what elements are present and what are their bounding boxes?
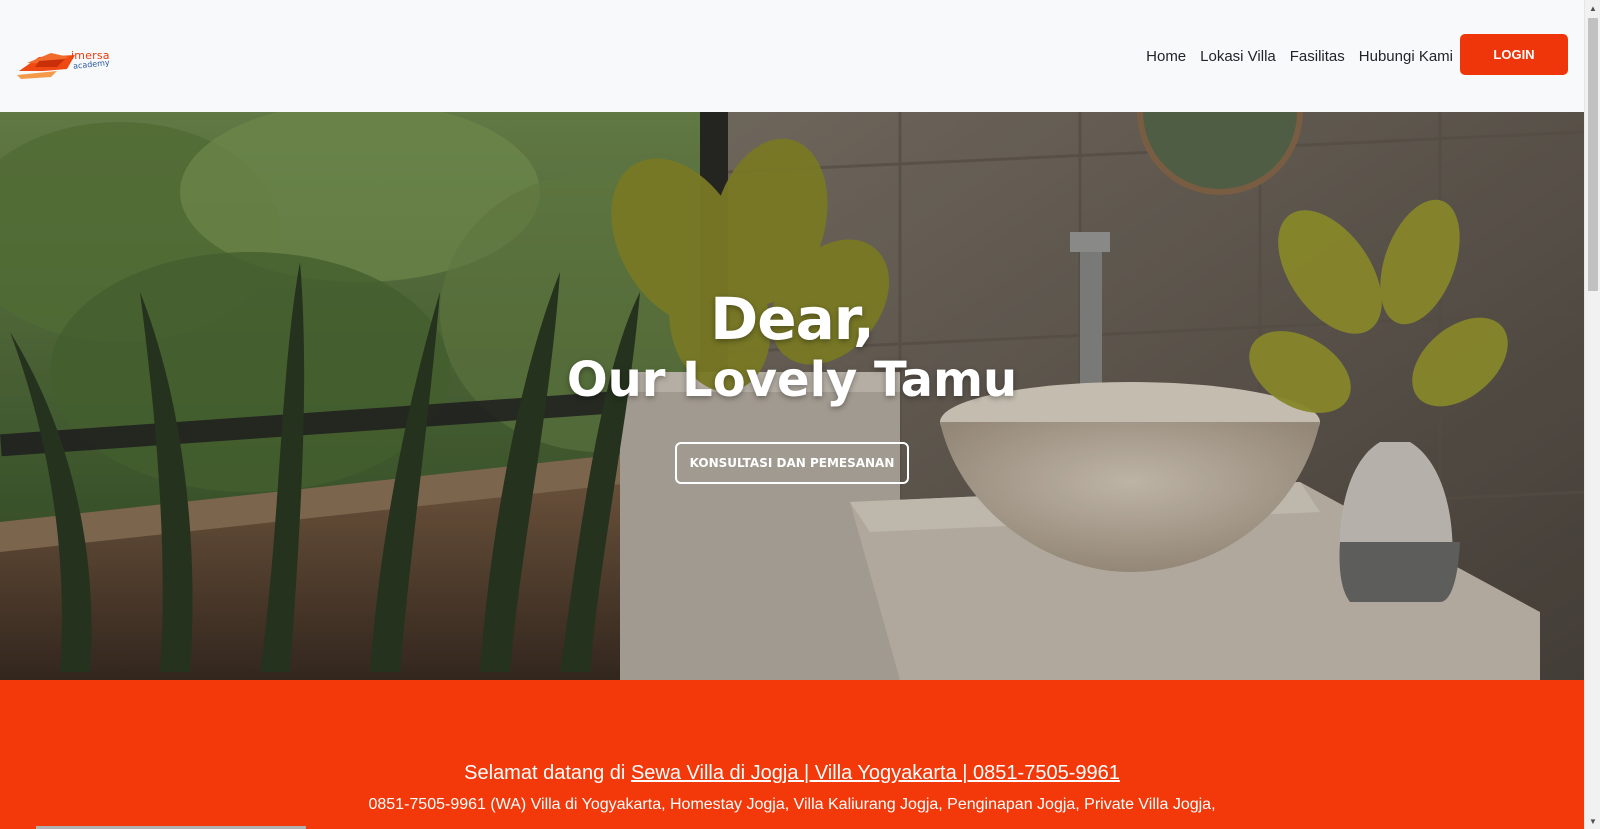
nav-link-lokasi-villa[interactable]: Lokasi Villa bbox=[1193, 48, 1283, 65]
hero-heading-line1: Dear, bbox=[710, 285, 875, 353]
hero-section: Dear, Our Lovely Tamu KONSULTASI DAN PEM… bbox=[0, 112, 1584, 680]
welcome-prefix: Selamat datang di bbox=[464, 762, 626, 784]
site-title-link[interactable]: Sewa Villa di Jogja | Villa Yogyakarta |… bbox=[631, 762, 1120, 784]
hero-heading-line2: Our Lovely Tamu bbox=[566, 352, 1018, 408]
nav-menu: Home Lokasi Villa Fasilitas Hubungi Kami… bbox=[1139, 33, 1568, 75]
welcome-heading: Selamat datang di Sewa Villa di Jogja | … bbox=[0, 762, 1584, 785]
login-button[interactable]: LOGIN bbox=[1460, 33, 1568, 75]
nav-link-home[interactable]: Home bbox=[1139, 48, 1193, 65]
welcome-section: Selamat datang di Sewa Villa di Jogja | … bbox=[0, 680, 1584, 829]
nav-link-fasilitas[interactable]: Fasilitas bbox=[1283, 48, 1352, 65]
brand-logo[interactable]: imersa academy bbox=[17, 45, 121, 85]
nav-link-hubungi-kami[interactable]: Hubungi Kami bbox=[1352, 48, 1460, 65]
consultation-booking-button[interactable]: KONSULTASI DAN PEMESANAN bbox=[675, 442, 909, 484]
navbar: imersa academy Home Lokasi Villa Fasilit… bbox=[0, 0, 1584, 112]
hero-content: Dear, Our Lovely Tamu KONSULTASI DAN PEM… bbox=[0, 284, 1584, 484]
scroll-up-arrow-icon[interactable]: ▲ bbox=[1585, 0, 1600, 16]
scroll-down-arrow-icon[interactable]: ▼ bbox=[1585, 813, 1600, 829]
scrollbar-thumb[interactable] bbox=[1588, 18, 1598, 291]
welcome-description: 0851-7505-9961 (WA) Villa di Yogyakarta,… bbox=[368, 796, 1216, 813]
vertical-scrollbar[interactable]: ▲ ▼ bbox=[1584, 0, 1600, 829]
